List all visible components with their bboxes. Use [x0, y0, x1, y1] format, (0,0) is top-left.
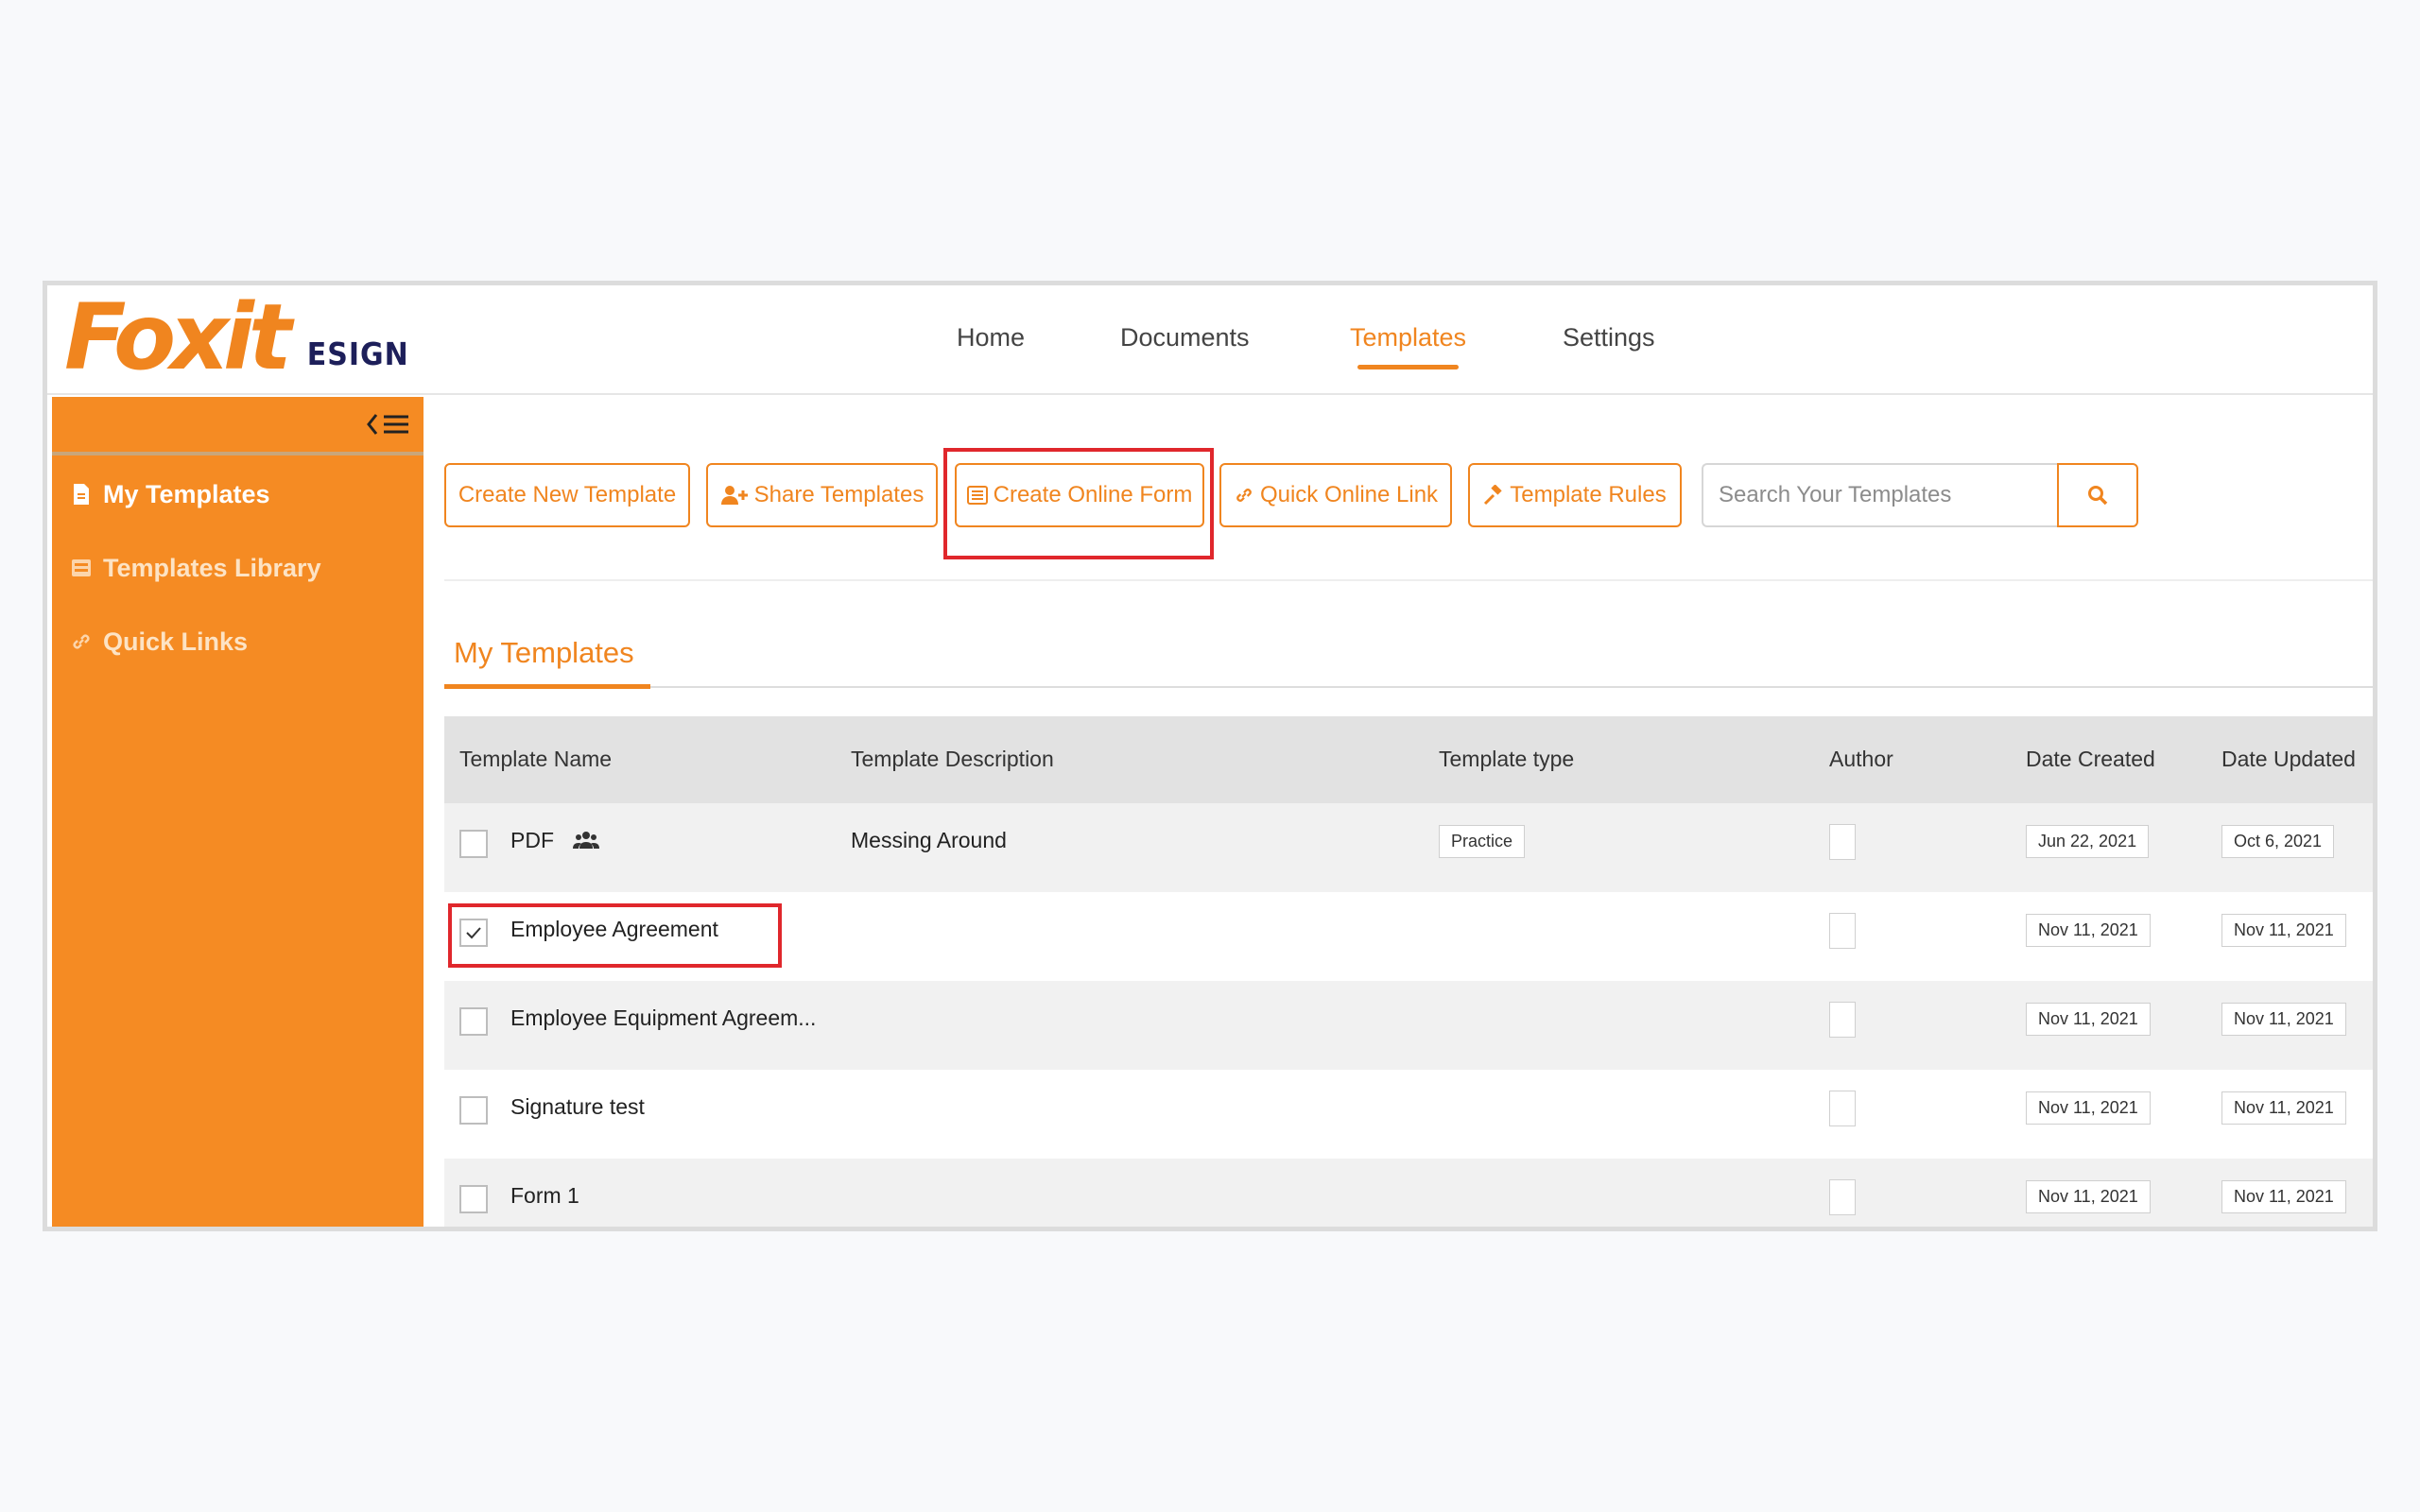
- template-description: Messing Around: [851, 828, 1007, 852]
- table-row[interactable]: Employee Agreement Nov 11, 2021 Nov 11, …: [444, 892, 2373, 981]
- create-new-template-label: Create New Template: [458, 482, 677, 507]
- template-type-tag: Practice: [1439, 825, 1526, 858]
- author-avatar: [1829, 1002, 1856, 1038]
- search-icon: [2088, 486, 2108, 506]
- quick-online-link-button[interactable]: Quick Online Link: [1219, 463, 1452, 527]
- sidebar-item-templates-library[interactable]: Templates Library: [52, 531, 424, 605]
- link-icon: [1236, 489, 1252, 502]
- highlight-box-employee-agreement: [448, 903, 782, 968]
- app-window: Foxit ESIGN Home Documents Templates Set…: [43, 281, 2377, 1231]
- date-updated: Nov 11, 2021: [2221, 1180, 2346, 1213]
- author-avatar: [1829, 824, 1856, 860]
- template-name[interactable]: Signature test: [510, 1094, 645, 1120]
- template-rules-button[interactable]: Template Rules: [1468, 463, 1682, 527]
- row-checkbox[interactable]: [459, 1185, 488, 1213]
- date-created: Jun 22, 2021: [2026, 825, 2150, 858]
- shared-users-icon: [573, 830, 599, 856]
- table-row[interactable]: PDF Messing Around Practice Jun 22, 2021…: [444, 803, 2373, 892]
- date-updated: Nov 11, 2021: [2221, 1091, 2346, 1125]
- row-checkbox[interactable]: [459, 1096, 488, 1125]
- template-name[interactable]: PDF: [510, 828, 554, 853]
- toolbar-divider: [444, 579, 2373, 581]
- quick-online-link-label: Quick Online Link: [1259, 482, 1439, 507]
- author-avatar: [1829, 1091, 1856, 1126]
- highlight-box-create-online-form: [943, 448, 1214, 559]
- nav-settings[interactable]: Settings: [1563, 323, 1655, 352]
- main-nav: Home Documents Templates Settings: [47, 285, 2373, 395]
- search-templates-input[interactable]: [1702, 463, 2061, 527]
- nav-home[interactable]: Home: [957, 323, 1025, 352]
- section-divider: [444, 686, 2373, 688]
- nav-active-indicator: [1357, 365, 1460, 369]
- column-header-template-name[interactable]: Template Name: [459, 747, 612, 772]
- table-header: Template Name Template Description Templ…: [444, 716, 2373, 803]
- template-name[interactable]: Form 1: [510, 1183, 579, 1209]
- nav-templates-label: Templates: [1350, 323, 1467, 352]
- author-avatar: [1829, 913, 1856, 949]
- date-updated: Oct 6, 2021: [2221, 825, 2335, 858]
- templates-table: Template Name Template Description Templ…: [444, 716, 2373, 1227]
- date-updated: Nov 11, 2021: [2221, 1003, 2346, 1036]
- sidebar-item-my-templates[interactable]: My Templates: [52, 457, 424, 531]
- sidebar: My Templates Templates Library Quick Lin…: [52, 397, 424, 1227]
- sidebar-item-label: Templates Library: [103, 553, 321, 582]
- template-name[interactable]: Employee Equipment Agreem...: [510, 1005, 816, 1031]
- date-created: Nov 11, 2021: [2026, 1091, 2151, 1125]
- section-active-indicator: [444, 684, 650, 689]
- column-header-date-updated[interactable]: Date Updated: [2221, 747, 2356, 772]
- column-header-type[interactable]: Template type: [1439, 747, 1574, 772]
- collapse-sidebar-button[interactable]: [365, 410, 412, 445]
- collapse-menu-icon: [367, 414, 408, 435]
- table-row[interactable]: Signature test Nov 11, 2021 Nov 11, 2021: [444, 1070, 2373, 1159]
- sidebar-item-label: My Templates: [103, 479, 270, 508]
- date-created: Nov 11, 2021: [2026, 1003, 2151, 1036]
- date-created: Nov 11, 2021: [2026, 914, 2151, 947]
- row-checkbox[interactable]: [459, 830, 488, 858]
- file-icon: [69, 482, 94, 507]
- author-avatar: [1829, 1179, 1856, 1215]
- top-bar: Foxit ESIGN Home Documents Templates Set…: [47, 285, 2373, 395]
- gavel-icon: [1484, 485, 1502, 506]
- user-plus-icon: [720, 486, 748, 505]
- main-content: Create New Template Share Templates Crea…: [444, 397, 2373, 1227]
- search-button[interactable]: [2057, 463, 2138, 527]
- share-templates-label: Share Templates: [753, 482, 925, 507]
- library-icon: [69, 556, 94, 580]
- share-templates-button[interactable]: Share Templates: [706, 463, 938, 527]
- create-new-template-button[interactable]: Create New Template: [444, 463, 690, 527]
- template-toolbar: Create New Template Share Templates Crea…: [444, 448, 2373, 559]
- row-checkbox[interactable]: [459, 1007, 488, 1036]
- table-row[interactable]: Form 1 Nov 11, 2021 Nov 11, 2021: [444, 1159, 2373, 1227]
- section-title-my-templates[interactable]: My Templates: [454, 636, 634, 670]
- sidebar-item-label: Quick Links: [103, 627, 249, 656]
- link-icon: [69, 629, 94, 654]
- column-header-description[interactable]: Template Description: [851, 747, 1054, 772]
- date-updated: Nov 11, 2021: [2221, 914, 2346, 947]
- column-header-author[interactable]: Author: [1829, 747, 1893, 772]
- table-row[interactable]: Employee Equipment Agreem... Nov 11, 202…: [444, 981, 2373, 1070]
- sidebar-item-quick-links[interactable]: Quick Links: [52, 605, 424, 679]
- template-rules-label: Template Rules: [1510, 482, 1667, 507]
- nav-documents[interactable]: Documents: [1120, 323, 1250, 352]
- sidebar-toggle-bar: [52, 397, 424, 455]
- nav-templates[interactable]: Templates: [1350, 323, 1467, 369]
- column-header-date-created[interactable]: Date Created: [2026, 747, 2155, 772]
- date-created: Nov 11, 2021: [2026, 1180, 2151, 1213]
